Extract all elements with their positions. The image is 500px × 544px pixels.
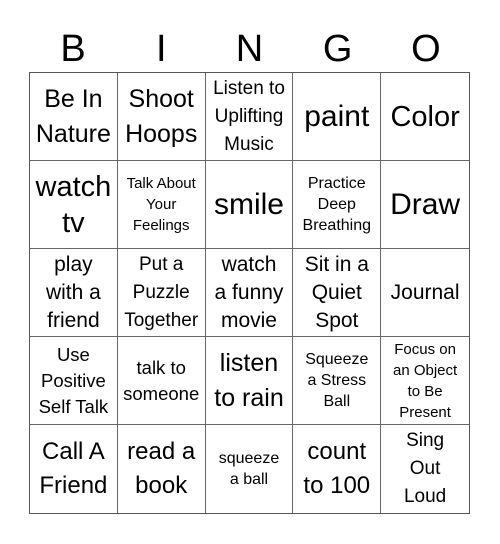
- cell-text: Talk About Your Feelings: [126, 175, 196, 234]
- cell-text: Put a Puzzle Together: [124, 253, 199, 331]
- cell-text: Focus on an Object to Be Present: [392, 340, 458, 421]
- bingo-cell[interactable]: Talk About Your Feelings: [117, 161, 206, 249]
- cell-text: watch tv: [35, 170, 112, 239]
- cell-text: Sit in a Quiet Spot: [304, 252, 369, 332]
- cell-text: talk to someone: [123, 356, 200, 404]
- bingo-cell[interactable]: squeeze a ball: [206, 425, 294, 513]
- cell-text: Be In Nature: [35, 84, 111, 148]
- bingo-cell[interactable]: Squeeze a Stress Ball: [293, 337, 382, 425]
- cell-text: Shoot Hoops: [125, 84, 198, 148]
- bingo-cell[interactable]: count to 100: [293, 425, 382, 513]
- bingo-cell[interactable]: Shoot Hoops: [117, 73, 206, 161]
- bingo-cell[interactable]: Use Positive Self Talk: [30, 337, 118, 425]
- cell-text: read a book: [127, 438, 196, 499]
- bingo-cell[interactable]: play with a friend: [30, 249, 118, 337]
- cell-text: Sing Out Loud: [403, 430, 447, 507]
- cell-text: count to 100: [303, 438, 371, 499]
- bingo-cell[interactable]: smile: [205, 161, 294, 249]
- bingo-cell[interactable]: read a book: [118, 425, 206, 513]
- cell-text: Squeeze a Stress Ball: [305, 351, 369, 410]
- cell-text: watch a funny movie: [214, 252, 284, 332]
- bingo-cell[interactable]: Call A Friend: [30, 425, 118, 513]
- cell-text: paint: [304, 99, 370, 133]
- bingo-cell[interactable]: Put a Puzzle Together: [117, 249, 206, 337]
- bingo-cell[interactable]: watch a funny movie: [205, 249, 294, 337]
- cell-text: Color: [390, 100, 460, 133]
- bingo-grid: Be In Nature Shoot Hoops Listen to Uplif…: [29, 72, 470, 514]
- header-letter-i: I: [156, 28, 167, 70]
- bingo-cell[interactable]: Color: [381, 73, 469, 161]
- header-letter-o: O: [411, 28, 441, 70]
- header-letter-g: G: [322, 28, 353, 70]
- cell-text: Call A Friend: [39, 438, 108, 499]
- bingo-cell[interactable]: Be In Nature: [30, 73, 118, 161]
- cell-text: Practice Deep Breathing: [302, 175, 372, 234]
- cell-text: listen to rain: [214, 348, 284, 412]
- bingo-header: B I N G O: [29, 26, 470, 72]
- bingo-cell[interactable]: Practice Deep Breathing: [293, 161, 382, 249]
- header-letter-b: B: [60, 28, 86, 70]
- bingo-cell[interactable]: talk to someone: [117, 337, 206, 425]
- cell-text: smile: [213, 187, 284, 221]
- header-letter-n: N: [235, 28, 264, 70]
- bingo-cell[interactable]: paint: [293, 73, 382, 161]
- bingo-cell[interactable]: listen to rain: [205, 337, 294, 425]
- cell-text: Listen to Uplifting Music: [213, 77, 285, 155]
- bingo-cell[interactable]: Sing Out Loud: [381, 425, 469, 513]
- cell-text: play with a friend: [45, 252, 101, 332]
- cell-text: squeeze a ball: [218, 450, 280, 488]
- bingo-cell[interactable]: Sit in a Quiet Spot: [293, 249, 382, 337]
- bingo-cell[interactable]: Focus on an Object to Be Present: [381, 337, 469, 425]
- bingo-cell[interactable]: Listen to Uplifting Music: [205, 73, 294, 161]
- bingo-cell[interactable]: Journal: [381, 249, 469, 337]
- bingo-cell[interactable]: watch tv: [30, 161, 118, 249]
- cell-text: Draw: [390, 187, 461, 221]
- bingo-cell[interactable]: Draw: [381, 161, 469, 249]
- cell-text: Journal: [390, 280, 460, 304]
- cell-text: Use Positive Self Talk: [38, 343, 109, 417]
